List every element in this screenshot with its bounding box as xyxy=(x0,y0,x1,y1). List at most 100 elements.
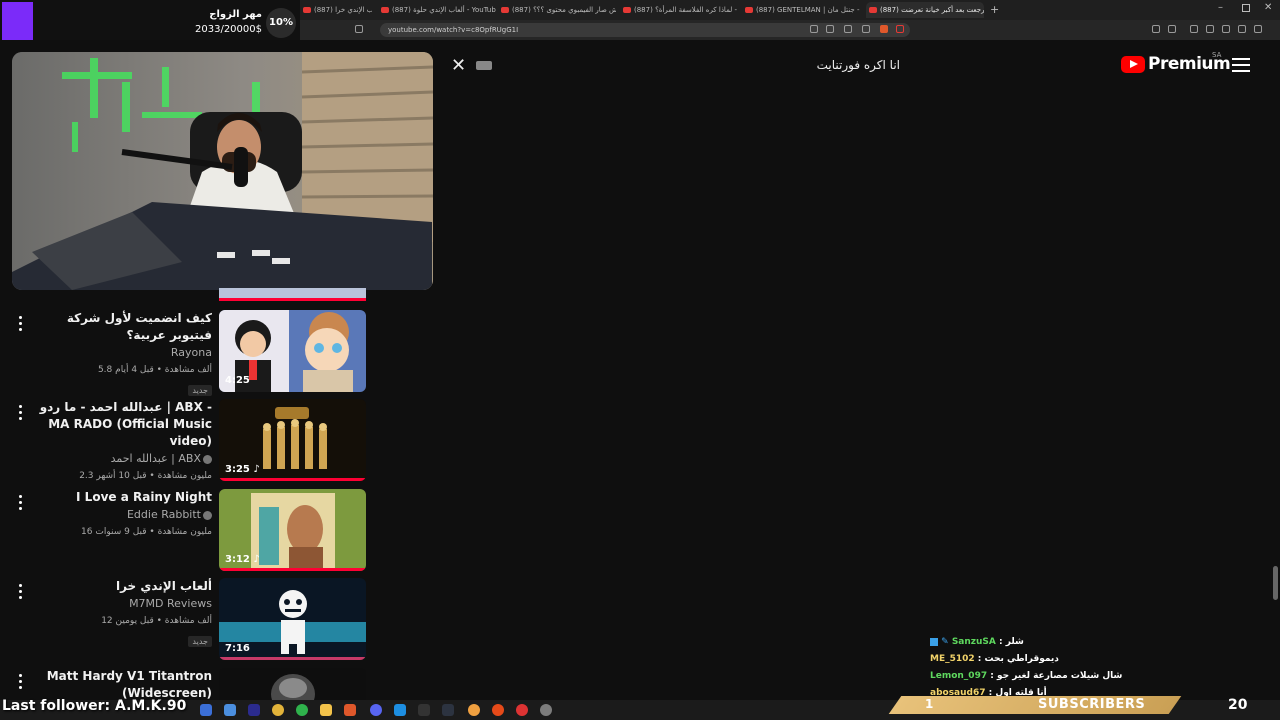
playlist-title: انا اكره فورتنايت xyxy=(816,58,900,72)
extension-icon[interactable] xyxy=(1152,25,1160,33)
profile-icon[interactable] xyxy=(1254,25,1262,33)
menu-icon[interactable] xyxy=(1270,25,1278,33)
more-options-icon[interactable] xyxy=(16,495,24,513)
settings-icon[interactable] xyxy=(540,704,552,716)
list-item[interactable]: Matt Hardy V1 Titantron (Widescreen) xyxy=(0,668,380,700)
browser-tab[interactable]: (887) ليش صار الفيمبوي محتوى ؟؟؟ - Yo xyxy=(498,2,616,18)
video-thumbnail[interactable]: 7:16 xyxy=(219,578,366,660)
chrome-icon[interactable] xyxy=(272,704,284,716)
video-title[interactable]: I Love a Rainy Night xyxy=(37,489,212,506)
app-icon[interactable] xyxy=(492,704,504,716)
whatsapp-icon[interactable] xyxy=(296,704,308,716)
rewards-icon[interactable] xyxy=(896,25,904,33)
video-thumbnail[interactable]: 4:25 xyxy=(219,310,366,392)
chat-username: SanzuSA xyxy=(951,637,996,647)
extension-icon[interactable] xyxy=(1168,25,1176,33)
close-window-button[interactable]: ✕ xyxy=(1264,2,1272,13)
video-title[interactable]: ألعاب الإندي خرا xyxy=(37,578,212,595)
minimize-button[interactable]: – xyxy=(1218,2,1223,13)
video-info: Matt Hardy V1 Titantron (Widescreen) xyxy=(37,668,212,700)
keyboard-icon[interactable] xyxy=(476,61,492,70)
donation-progress-bar xyxy=(2,2,33,44)
browser-tab[interactable]: (887) GENTELMAN | جنتل مان - YouTube xyxy=(742,2,860,18)
app-icon[interactable] xyxy=(516,704,528,716)
translate-icon[interactable] xyxy=(810,25,818,33)
app-icon[interactable] xyxy=(468,704,480,716)
moderator-icon: ✎ xyxy=(941,637,949,647)
video-title[interactable]: عبدالله احمد - ما ردو | ABX - MA RADO (O… xyxy=(37,399,212,450)
list-item[interactable]: كيف انضميت لأول شركة فيتيوبر عربية؟ Rayo… xyxy=(0,310,380,398)
webcam-image xyxy=(12,52,433,290)
video-meta: 12 ألف مشاهدة • قبل يومين xyxy=(101,616,212,626)
sidebar-icon[interactable] xyxy=(1206,25,1214,33)
chat-text: شلر xyxy=(1005,637,1024,647)
youtube-icon xyxy=(501,7,509,13)
youtube-icon xyxy=(869,7,877,13)
video-duration: 3:12 ♪ xyxy=(225,554,260,565)
wallet-icon[interactable] xyxy=(1222,25,1230,33)
hamburger-menu-icon[interactable] xyxy=(1232,58,1250,72)
chat-message: ✎ SanzuSA : شلر xyxy=(930,634,1130,651)
channel-name[interactable]: Rayona xyxy=(37,344,212,362)
more-options-icon[interactable] xyxy=(16,674,24,692)
maximize-button[interactable] xyxy=(1242,4,1250,12)
subscribers-label: SUBSCRIBERS xyxy=(1038,697,1146,712)
video-thumbnail[interactable]: 3:25 ♪ xyxy=(219,399,366,481)
channel-name[interactable]: Eddie Rabbitt xyxy=(37,506,212,524)
video-title[interactable]: كيف انضميت لأول شركة فيتيوبر عربية؟ xyxy=(37,310,212,344)
verified-icon xyxy=(203,510,212,520)
video-thumbnail[interactable]: 3:12 ♪ xyxy=(219,489,366,571)
list-item[interactable]: عبدالله احمد - ما ردو | ABX - MA RADO (O… xyxy=(0,399,380,487)
video-title[interactable]: Matt Hardy V1 Titantron (Widescreen) xyxy=(37,668,212,700)
chat-username: ME_5102 xyxy=(930,654,975,664)
browser-tab[interactable]: (887) لماذا كره الفلاسفة المرأة؟ - YouTu… xyxy=(620,2,738,18)
calendar-icon[interactable] xyxy=(224,704,236,716)
video-info: كيف انضميت لأول شركة فيتيوبر عربية؟ Rayo… xyxy=(37,310,212,397)
list-item[interactable]: ألعاب الإندي خرا M7MD Reviews 12 ألف مشا… xyxy=(0,578,380,666)
chat-text: ديموقراطي بحت xyxy=(984,654,1059,664)
new-badge: جديد xyxy=(188,385,212,396)
video-thumbnail-partial[interactable] xyxy=(219,288,366,301)
subscribers-banner: 1 SUBSCRIBERS xyxy=(888,696,1182,714)
list-item[interactable]: I Love a Rainy Night Eddie Rabbitt 16 مل… xyxy=(0,489,380,577)
app-icon[interactable] xyxy=(200,704,212,716)
app-icon[interactable] xyxy=(442,704,454,716)
browser-tab[interactable]: (887) ألعاب الإندي حلوة - YouTube xyxy=(378,2,496,18)
vpn-icon[interactable] xyxy=(1238,25,1246,33)
zoom-icon[interactable] xyxy=(826,25,834,33)
video-thumbnail[interactable] xyxy=(219,668,366,700)
chat-message: Lemon_097 : شال شيلات مصارعة لغير جو xyxy=(930,671,1123,681)
more-options-icon[interactable] xyxy=(16,405,24,423)
bookmark-icon[interactable] xyxy=(355,25,363,33)
more-options-icon[interactable] xyxy=(16,316,24,334)
video-meta: 16 مليون مشاهدة • قبل 9 سنوات xyxy=(81,527,212,537)
folder-icon[interactable] xyxy=(320,704,332,716)
browser-tab-active[interactable]: (887) رجعت بعد أكبر خيانة تعرضت... xyxy=(866,2,984,18)
browser-tab[interactable]: (887) ألعاب الإندي خرا - You xyxy=(300,2,372,18)
terminal-icon[interactable] xyxy=(418,704,430,716)
media-icon[interactable] xyxy=(1190,25,1198,33)
scrollbar-thumb[interactable] xyxy=(1273,566,1278,600)
close-playlist-icon[interactable]: ✕ xyxy=(451,55,466,76)
new-tab-button[interactable]: + xyxy=(990,3,999,16)
discord-icon[interactable] xyxy=(370,704,382,716)
music-note-icon: ♪ xyxy=(253,554,260,565)
video-meta: 2.3 مليون مشاهدة • قبل 10 أشهر xyxy=(79,471,212,481)
brave-shield-icon[interactable] xyxy=(880,25,888,33)
channel-name[interactable]: M7MD Reviews xyxy=(37,595,212,613)
more-options-icon[interactable] xyxy=(16,584,24,602)
stream-chat-overlay: ✎ SanzuSA : شلر ME_5102 : ديموقراطي بحت … xyxy=(930,634,1130,702)
video-meta: 5.8 ألف مشاهدة • قبل 4 أيام xyxy=(97,365,212,375)
watch-progress-bar xyxy=(219,478,366,481)
video-duration: 7:16 xyxy=(225,643,250,654)
channel-name[interactable]: عبدالله احمد | ABX xyxy=(37,450,212,468)
brave-icon[interactable] xyxy=(344,704,356,716)
video-info: عبدالله احمد - ما ردو | ABX - MA RADO (O… xyxy=(37,399,212,484)
premiere-icon[interactable] xyxy=(248,704,260,716)
chat-text: شال شيلات مصارعة لغير جو xyxy=(996,671,1123,681)
share-icon[interactable] xyxy=(862,25,870,33)
video-duration: 3:25 ♪ xyxy=(225,464,260,475)
cast-icon[interactable] xyxy=(844,25,852,33)
vscode-icon[interactable] xyxy=(394,704,406,716)
video-duration: 4:25 xyxy=(225,375,250,386)
